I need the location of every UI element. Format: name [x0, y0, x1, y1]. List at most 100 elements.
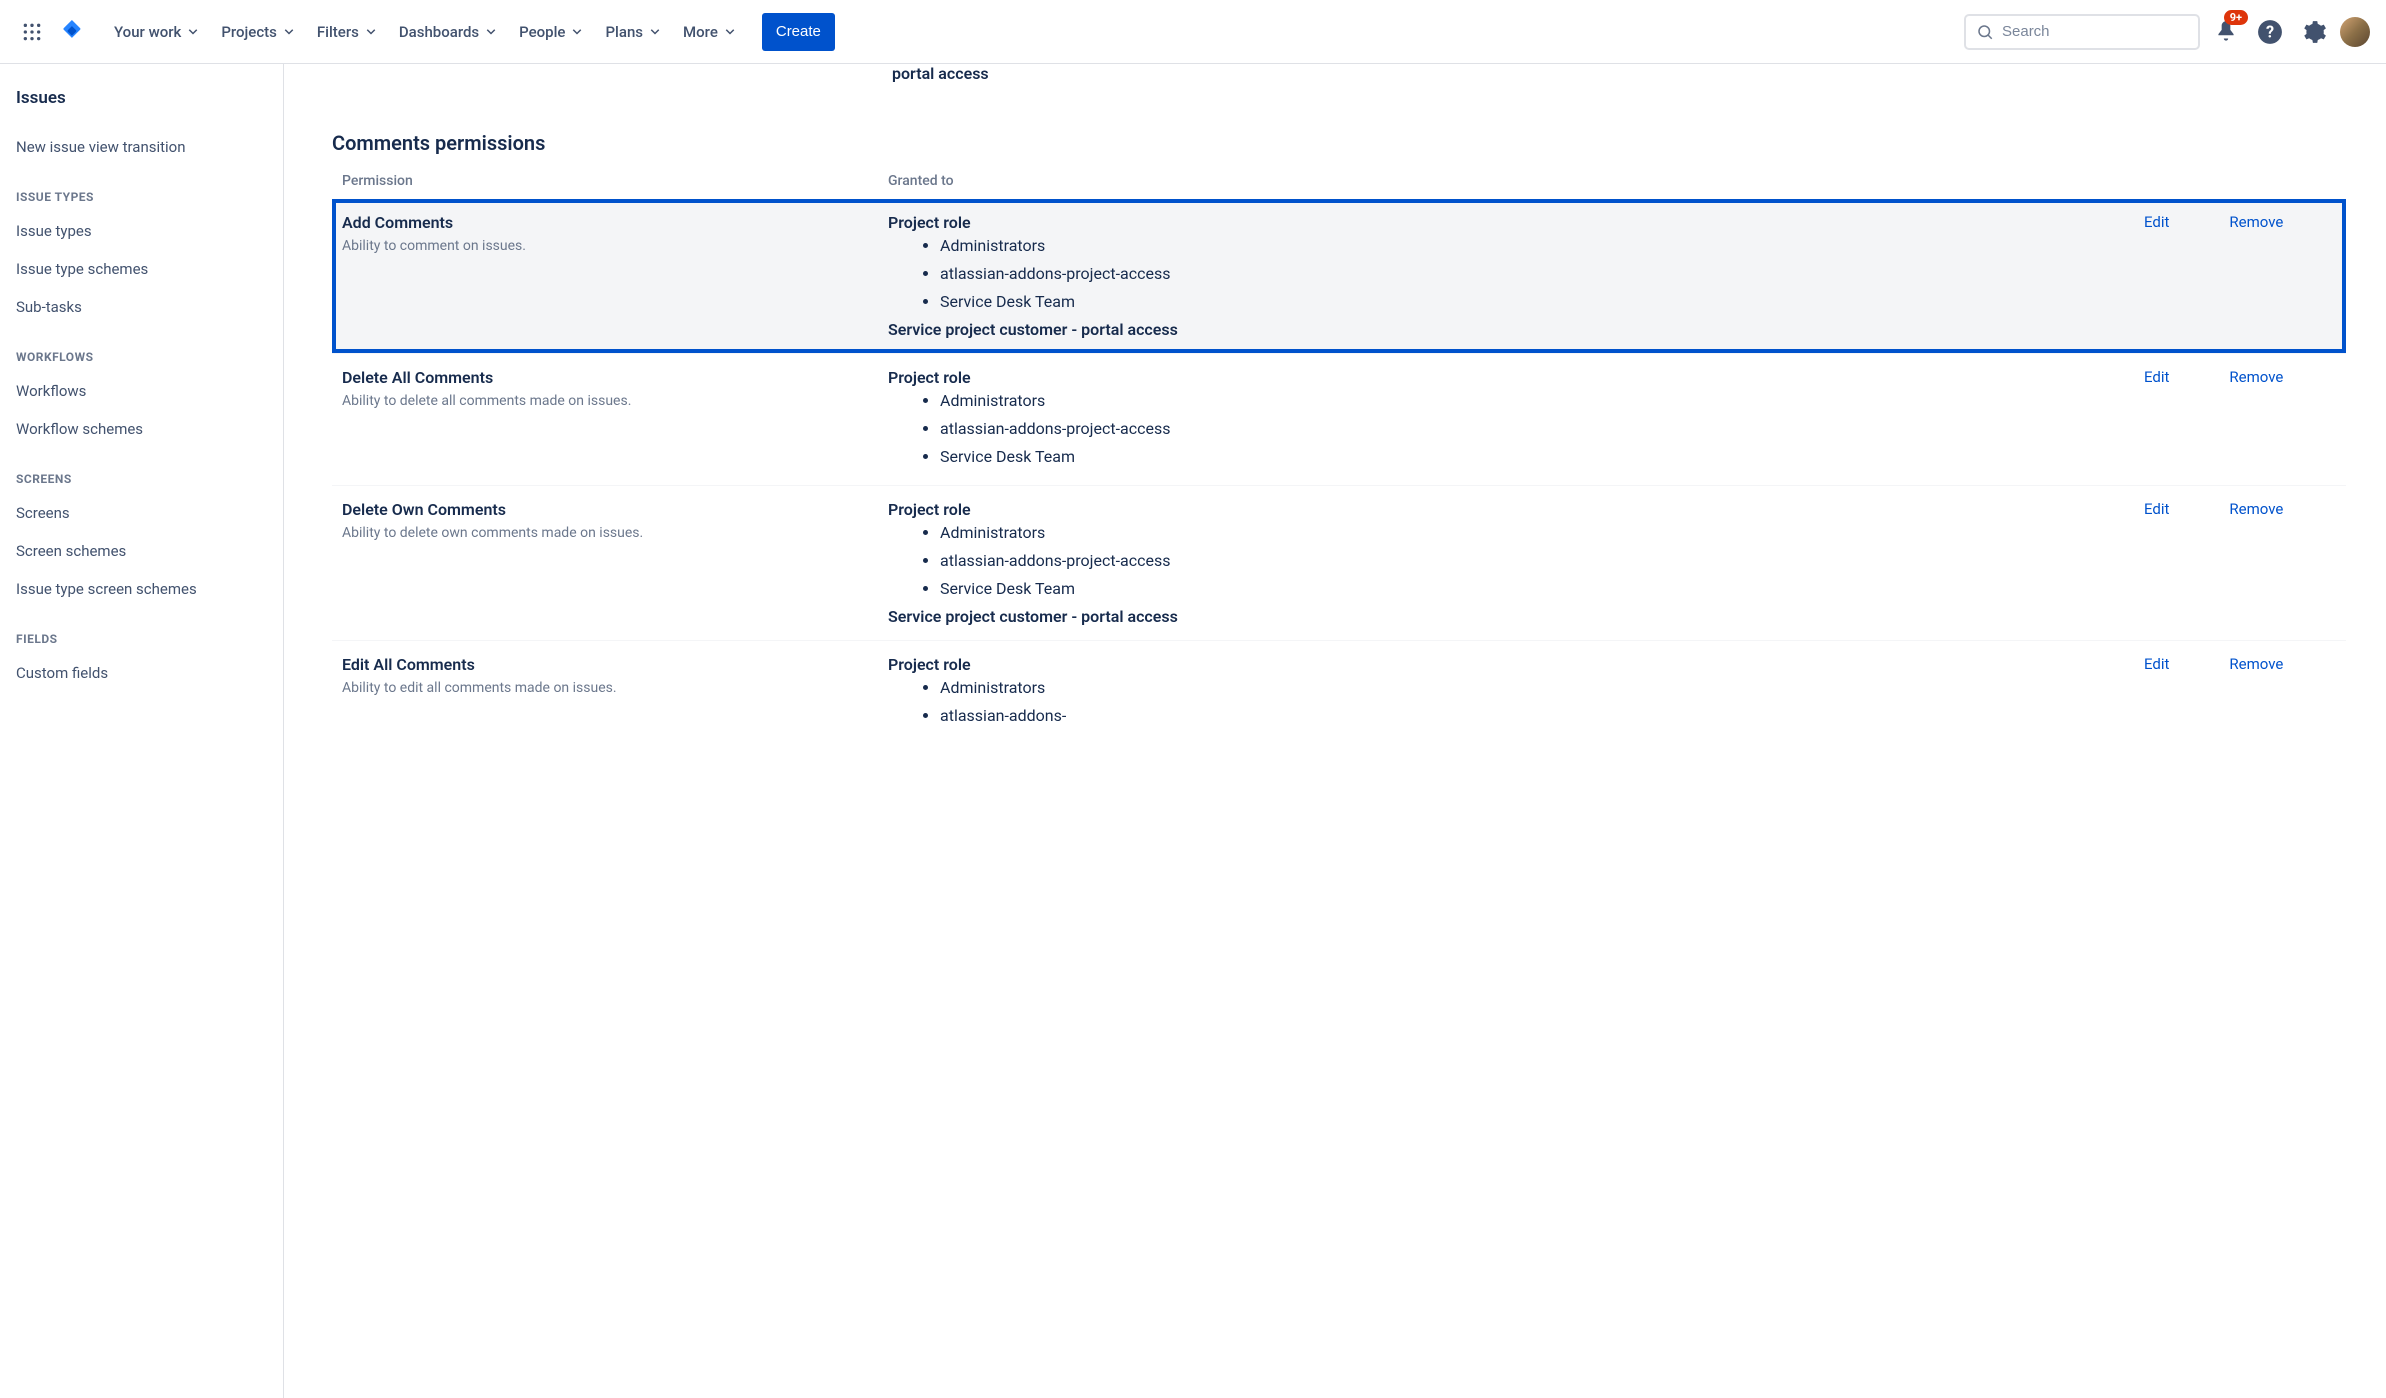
sidebar-link-workflow-schemes[interactable]: Workflow schemes [16, 410, 283, 448]
permission-description: Ability to comment on issues. [342, 238, 888, 254]
sidebar-link-workflows[interactable]: Workflows [16, 372, 283, 410]
role-item: Service Desk Team [940, 443, 2136, 471]
nav-plans[interactable]: Plans [595, 12, 673, 52]
remove-link[interactable]: Remove [2229, 368, 2283, 471]
permissions-table: Permission Granted to Add CommentsAbilit… [332, 173, 2346, 744]
chevron-down-icon [185, 24, 201, 40]
permission-description: Ability to delete own comments made on i… [342, 525, 888, 541]
role-item: Administrators [940, 387, 2136, 415]
col-header-granted-to: Granted to [888, 173, 2136, 189]
edit-link[interactable]: Edit [2144, 500, 2169, 626]
header-right: 9+ ? [1964, 14, 2370, 50]
nav-label: Filters [317, 23, 359, 41]
permission-row: Edit All CommentsAbility to edit all com… [332, 640, 2346, 744]
role-list: Administratorsatlassian-addons-project-a… [888, 387, 2136, 471]
permission-name: Delete Own Comments [342, 500, 888, 525]
permission-cell: Delete Own CommentsAbility to delete own… [342, 500, 888, 626]
header-left: Your work Projects Filters Dashboards Pe… [16, 12, 1964, 52]
sidebar-link-subtasks[interactable]: Sub-tasks [16, 288, 283, 326]
permission-row: Delete Own CommentsAbility to delete own… [332, 485, 2346, 640]
search-input[interactable] [2002, 23, 2201, 40]
user-avatar[interactable] [2340, 17, 2370, 47]
sidebar-heading-fields: FIELDS [16, 608, 283, 654]
permission-description: Ability to edit all comments made on iss… [342, 680, 888, 696]
search-box[interactable] [1964, 14, 2200, 50]
settings-icon[interactable] [2296, 14, 2332, 50]
edit-link[interactable]: Edit [2144, 655, 2169, 730]
chevron-down-icon [722, 24, 738, 40]
sidebar-link-custom-fields[interactable]: Custom fields [16, 654, 283, 692]
role-item: Administrators [940, 674, 2136, 702]
remove-link[interactable]: Remove [2229, 500, 2283, 626]
sidebar-link-screens[interactable]: Screens [16, 494, 283, 532]
granted-to-cell: Project roleAdministratorsatlassian-addo… [888, 655, 2136, 730]
nav-more[interactable]: More [673, 12, 748, 52]
nav-your-work[interactable]: Your work [104, 12, 211, 52]
permission-cell: Delete All CommentsAbility to delete all… [342, 368, 888, 471]
role-list: Administratorsatlassian-addons-project-a… [888, 232, 2136, 316]
chevron-down-icon [569, 24, 585, 40]
role-item: Administrators [940, 519, 2136, 547]
truncated-previous-row: portal access [892, 64, 2346, 91]
layout: Issues New issue view transition ISSUE T… [0, 64, 2386, 1398]
nav-projects[interactable]: Projects [211, 12, 307, 52]
sidebar-heading-issue-types: ISSUE TYPES [16, 166, 283, 212]
sidebar-link-issue-types[interactable]: Issue types [16, 212, 283, 250]
role-item: Administrators [940, 232, 2136, 260]
actions-cell: Edit Remove [2136, 500, 2336, 626]
nav-label: Plans [605, 23, 643, 41]
jira-logo-icon[interactable] [56, 16, 88, 48]
svg-text:?: ? [2266, 22, 2274, 41]
main-content: portal access Comments permissions Permi… [284, 64, 2386, 1398]
search-icon [1976, 23, 1994, 41]
nav-dashboards[interactable]: Dashboards [389, 12, 509, 52]
remove-link[interactable]: Remove [2229, 213, 2283, 339]
nav-label: Your work [114, 23, 181, 41]
col-header-actions [2136, 173, 2336, 189]
role-item: atlassian-addons- [940, 702, 2136, 730]
actions-cell: Edit Remove [2136, 655, 2336, 730]
role-item: Service Desk Team [940, 288, 2136, 316]
project-role-label: Project role [888, 655, 2136, 674]
chevron-down-icon [647, 24, 663, 40]
remove-link[interactable]: Remove [2229, 655, 2283, 730]
project-role-label: Project role [888, 368, 2136, 387]
sidebar-link-issue-type-schemes[interactable]: Issue type schemes [16, 250, 283, 288]
actions-cell: Edit Remove [2136, 213, 2336, 339]
project-role-label: Project role [888, 213, 2136, 232]
granted-to-cell: Project roleAdministratorsatlassian-addo… [888, 213, 2136, 339]
nav-label: Dashboards [399, 23, 479, 41]
app-switcher-icon[interactable] [16, 16, 48, 48]
create-button[interactable]: Create [762, 13, 835, 51]
edit-link[interactable]: Edit [2144, 213, 2169, 339]
section-title: Comments permissions [332, 91, 2346, 173]
role-item: atlassian-addons-project-access [940, 260, 2136, 288]
nav-label: People [519, 23, 565, 41]
notification-badge: 9+ [2224, 10, 2248, 25]
nav-people[interactable]: People [509, 12, 595, 52]
role-list: Administratorsatlassian-addons-project-a… [888, 519, 2136, 603]
sidebar: Issues New issue view transition ISSUE T… [0, 64, 284, 1398]
role-item: atlassian-addons-project-access [940, 415, 2136, 443]
permission-description: Ability to delete all comments made on i… [342, 393, 888, 409]
permission-name: Delete All Comments [342, 368, 888, 393]
sidebar-heading-workflows: WORKFLOWS [16, 326, 283, 372]
top-header: Your work Projects Filters Dashboards Pe… [0, 0, 2386, 64]
permission-name: Add Comments [342, 213, 888, 238]
sidebar-title: Issues [16, 88, 283, 128]
permission-row: Add CommentsAbility to comment on issues… [332, 199, 2346, 353]
chevron-down-icon [363, 24, 379, 40]
help-icon[interactable]: ? [2252, 14, 2288, 50]
nav-label: Projects [221, 23, 277, 41]
table-header-row: Permission Granted to [332, 173, 2346, 199]
sidebar-link-screen-schemes[interactable]: Screen schemes [16, 532, 283, 570]
permission-cell: Add CommentsAbility to comment on issues… [342, 213, 888, 339]
actions-cell: Edit Remove [2136, 368, 2336, 471]
nav-label: More [683, 23, 718, 41]
nav-filters[interactable]: Filters [307, 12, 389, 52]
chevron-down-icon [483, 24, 499, 40]
notifications-icon[interactable]: 9+ [2208, 14, 2244, 50]
sidebar-link-issue-type-screen-schemes[interactable]: Issue type screen schemes [16, 570, 283, 608]
sidebar-link-transition[interactable]: New issue view transition [16, 128, 283, 166]
edit-link[interactable]: Edit [2144, 368, 2169, 471]
